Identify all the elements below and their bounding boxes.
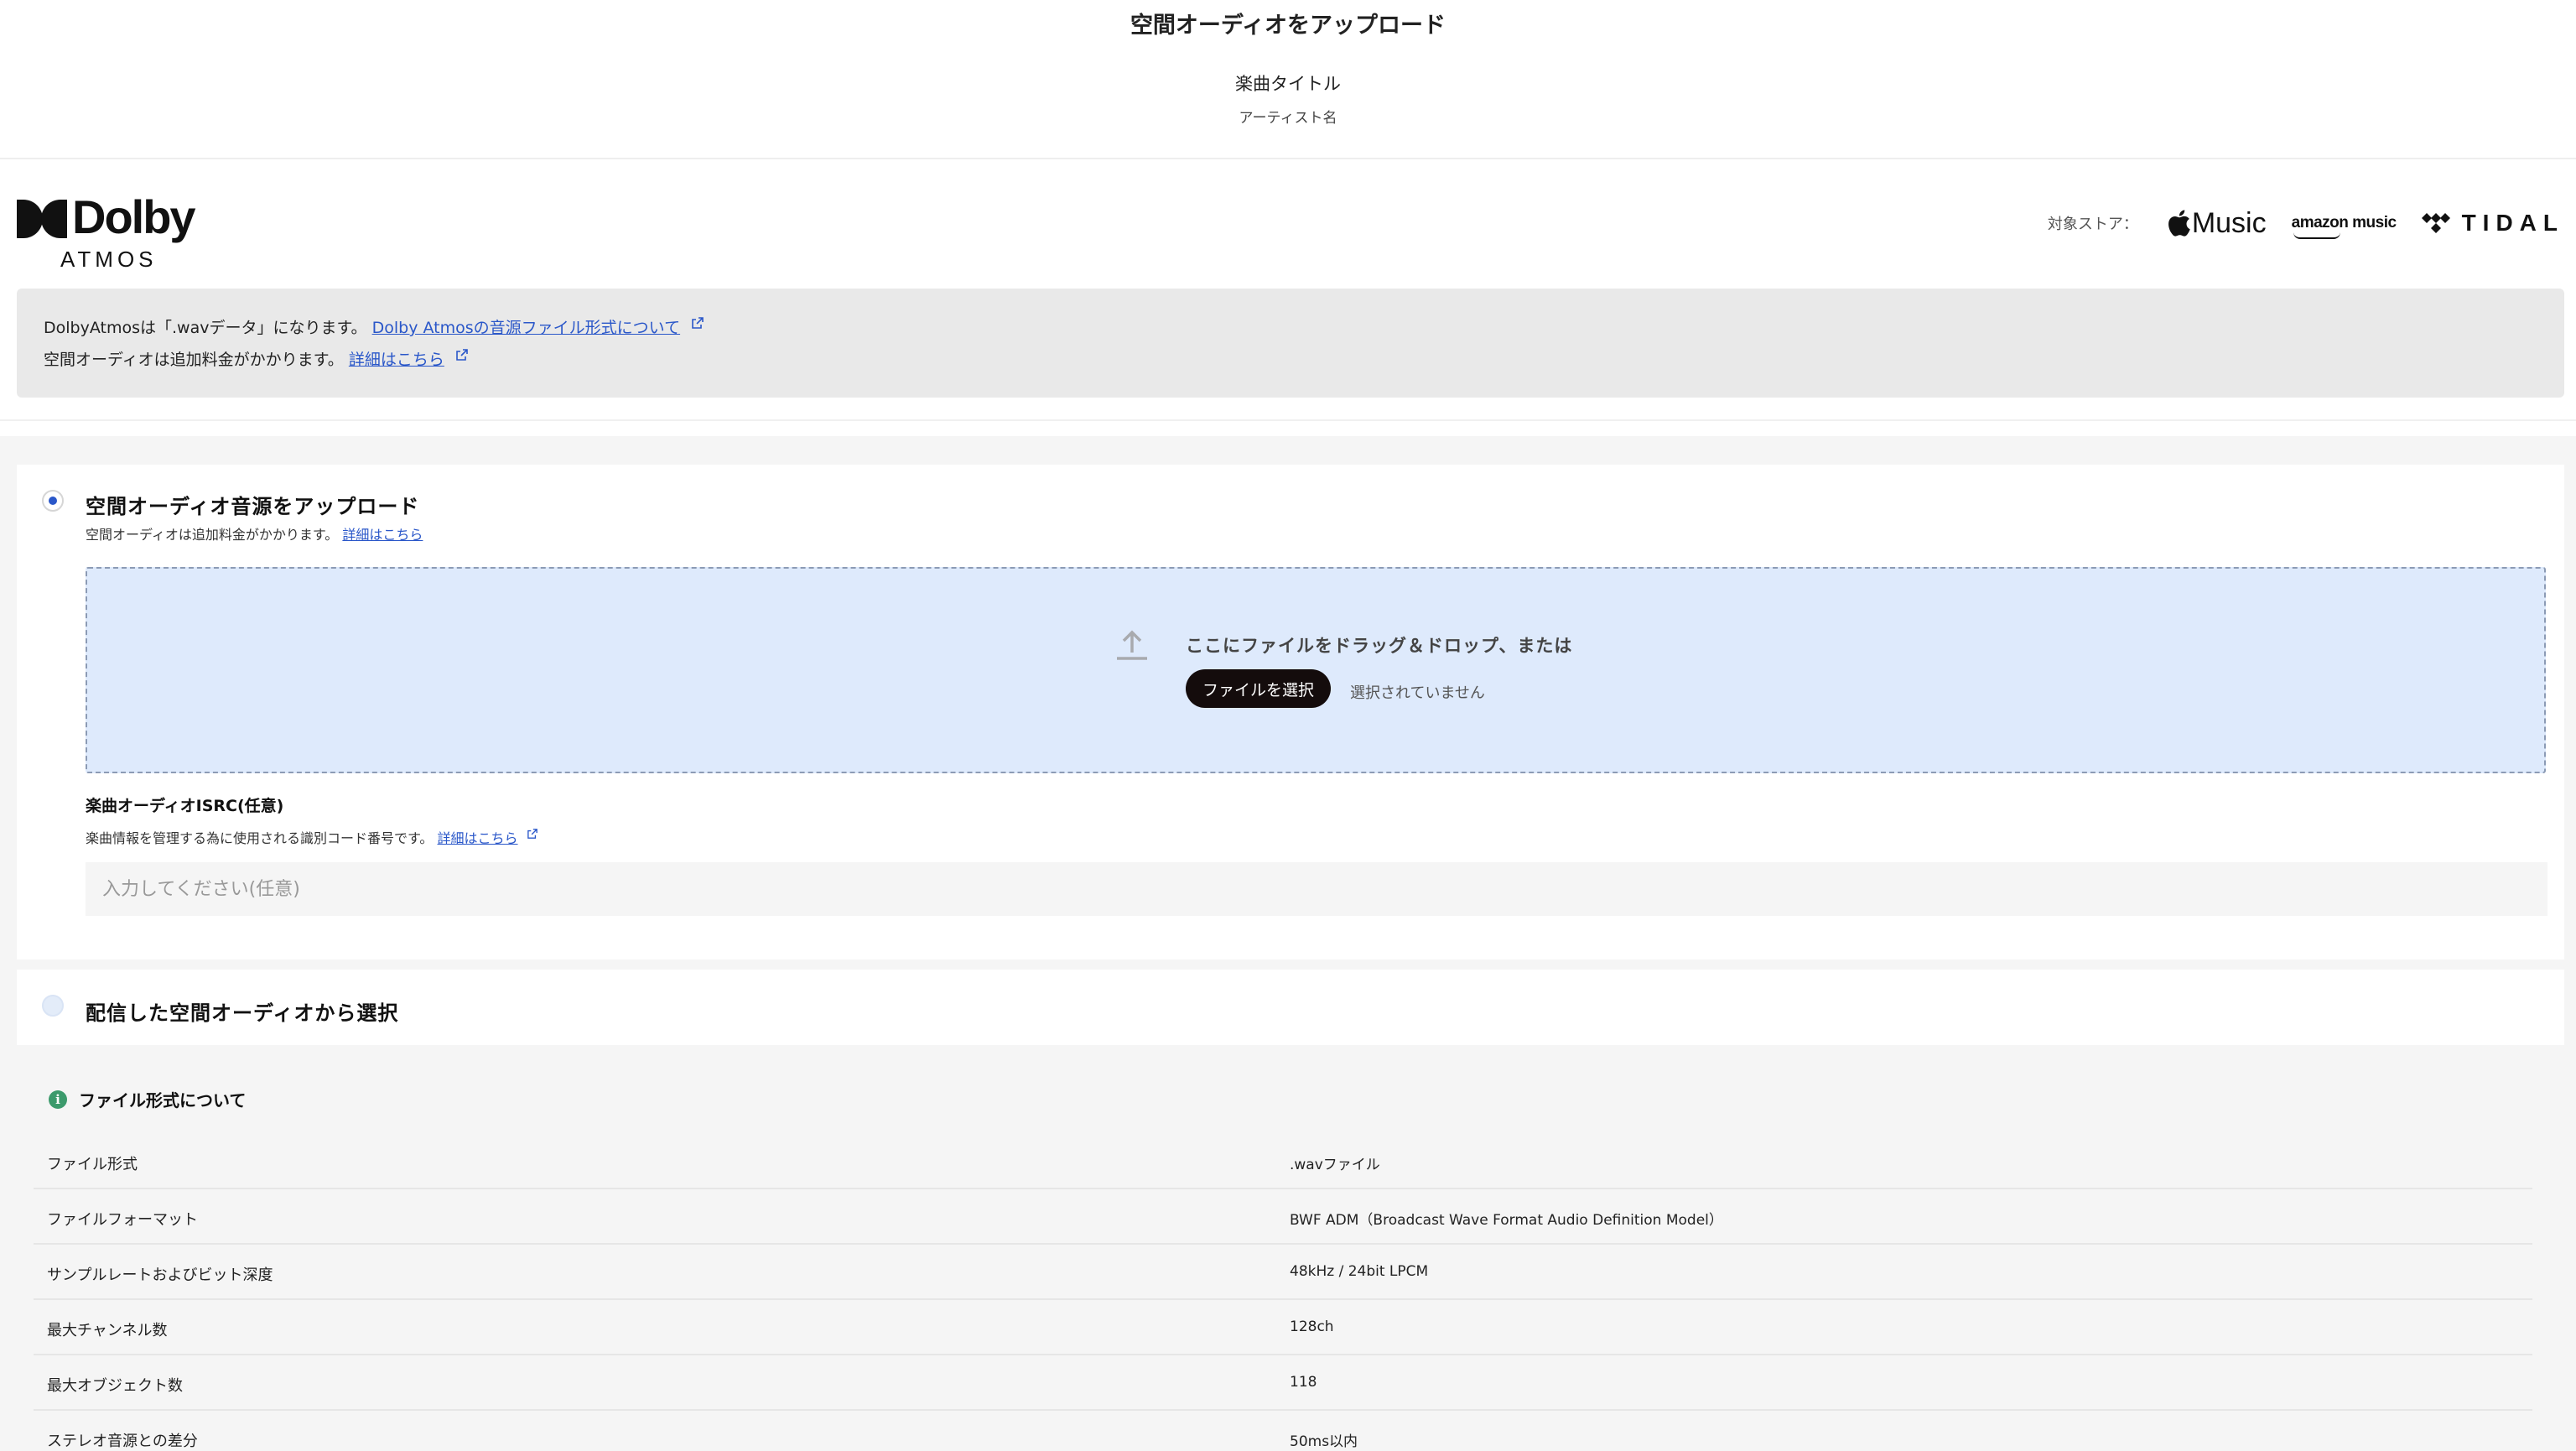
choose-file-button[interactable]: ファイルを選択 bbox=[1186, 669, 1332, 708]
upload-fee-text: 空間オーディオは追加料金がかかります。 bbox=[86, 527, 339, 543]
apple-icon bbox=[2168, 210, 2190, 237]
notice-fee-text: 空間オーディオは追加料金がかかります。 bbox=[44, 351, 344, 369]
notice-format-text: DolbyAtmosは「.wavデータ」になります。 bbox=[44, 319, 367, 337]
upload-option-radio[interactable] bbox=[42, 490, 64, 512]
table-row: サンプルレートおよびビット深度 48kHz / 24bit LPCM bbox=[34, 1245, 2532, 1300]
external-link-icon bbox=[456, 349, 468, 361]
existing-option-title: 配信した空間オーディオから選択 bbox=[86, 1001, 399, 1025]
table-row: ステレオ音源との差分 50ms以内 bbox=[34, 1411, 2532, 1451]
isrc-help: 楽曲情報を管理する為に使用される識別コード番号です。 詳細はこちら bbox=[86, 827, 538, 847]
atmos-logo-word: ATMOS bbox=[60, 247, 158, 272]
spec-value: .wavファイル bbox=[1290, 1157, 1380, 1173]
table-row: ファイルフォーマット BWF ADM（Broadcast Wave Format… bbox=[34, 1189, 2532, 1245]
spec-value: 118 bbox=[1290, 1374, 1317, 1391]
divider bbox=[0, 419, 2576, 421]
apple-music-logo: Music bbox=[2168, 207, 2267, 240]
fee-details-link[interactable]: 詳細はこちら bbox=[349, 351, 444, 369]
stores-label: 対象ストア： bbox=[2047, 216, 2138, 233]
isrc-help-text: 楽曲情報を管理する為に使用される識別コード番号です。 bbox=[86, 830, 434, 846]
existing-option-card: 配信した空間オーディオから選択 bbox=[17, 970, 2564, 1045]
file-format-title: ファイル形式について bbox=[79, 1090, 247, 1110]
upload-option-title: 空間オーディオ音源をアップロード bbox=[86, 495, 420, 518]
upload-option-card: 空間オーディオ音源をアップロード 空間オーディオは追加料金がかかります。 詳細は… bbox=[17, 465, 2564, 960]
tidal-word: TIDAL bbox=[2461, 210, 2564, 236]
info-icon: i bbox=[49, 1090, 67, 1109]
external-link-icon bbox=[527, 829, 538, 839]
isrc-input[interactable] bbox=[86, 862, 2547, 916]
dolby-dd-icon bbox=[17, 200, 67, 238]
spec-key: ファイルフォーマット bbox=[47, 1211, 198, 1229]
spec-key: 最大チャンネル数 bbox=[47, 1322, 168, 1339]
isrc-details-link[interactable]: 詳細はこちら bbox=[438, 830, 518, 846]
table-row: 最大チャンネル数 128ch bbox=[34, 1300, 2532, 1355]
upload-option-subtitle: 空間オーディオは追加料金がかかります。 詳細はこちら bbox=[86, 523, 423, 543]
dolby-logo-word: Dolby bbox=[72, 190, 196, 243]
song-title: 楽曲タイトル bbox=[1235, 74, 1341, 94]
page: 空間オーディオをアップロード 楽曲タイトル アーティスト名 Dolby ATMO… bbox=[0, 0, 2576, 1451]
spec-value: 128ch bbox=[1290, 1318, 1334, 1335]
tidal-logo: TIDAL bbox=[2421, 210, 2564, 237]
amazon-music-logo: amazon music bbox=[2291, 214, 2397, 239]
no-file-selected-text: 選択されていません bbox=[1350, 684, 1485, 702]
file-format-table: ファイル形式 .wavファイル ファイルフォーマット BWF ADM（Broad… bbox=[34, 1134, 2532, 1451]
spec-key: 最大オブジェクト数 bbox=[47, 1377, 183, 1395]
page-header: 空間オーディオをアップロード 楽曲タイトル アーティスト名 bbox=[0, 0, 2576, 159]
artist-name: アーティスト名 bbox=[1239, 110, 1337, 127]
brand-row: Dolby ATMOS 対象ストア： Music amazon music TI… bbox=[0, 159, 2576, 285]
spec-key: ファイル形式 bbox=[47, 1156, 138, 1173]
file-format-header: i ファイル形式について bbox=[49, 1087, 246, 1111]
file-dropzone[interactable]: ここにファイルをドラッグ＆ドロップ、または ファイルを選択 選択されていません bbox=[86, 567, 2546, 773]
upload-icon bbox=[1117, 630, 1147, 660]
target-stores: 対象ストア： Music amazon music TIDAL bbox=[2048, 206, 2564, 240]
external-link-icon bbox=[692, 317, 704, 329]
existing-option-radio[interactable] bbox=[42, 995, 64, 1017]
spec-key: ステレオ音源との差分 bbox=[47, 1433, 198, 1450]
tidal-diamonds-icon bbox=[2421, 213, 2450, 233]
notice-line-fee: 空間オーディオは追加料金がかかります。 詳細はこちら bbox=[44, 347, 468, 370]
spec-key: サンプルレートおよびビット深度 bbox=[47, 1266, 273, 1284]
page-title: 空間オーディオをアップロード bbox=[1130, 13, 1446, 39]
amazon-music-word: amazon music bbox=[2291, 214, 2397, 231]
table-row: 最大オブジェクト数 118 bbox=[34, 1355, 2532, 1411]
file-format-link[interactable]: Dolby Atmosの音源ファイル形式について bbox=[372, 319, 680, 337]
spec-value: 50ms以内 bbox=[1290, 1433, 1358, 1450]
dolby-atmos-logo: Dolby ATMOS bbox=[17, 190, 210, 273]
notice-line-format: DolbyAtmosは「.wavデータ」になります。 Dolby Atmosの音… bbox=[44, 315, 704, 338]
dropzone-text: ここにファイルをドラッグ＆ドロップ、または bbox=[1186, 636, 1573, 656]
isrc-label: 楽曲オーディオISRC(任意) bbox=[86, 797, 284, 815]
spec-value: 48kHz / 24bit LPCM bbox=[1290, 1263, 1429, 1280]
notice-box: DolbyAtmosは「.wavデータ」になります。 Dolby Atmosの音… bbox=[17, 289, 2564, 398]
apple-music-word: Music bbox=[2191, 206, 2267, 239]
upload-fee-details-link[interactable]: 詳細はこちら bbox=[342, 527, 423, 543]
table-row: ファイル形式 .wavファイル bbox=[34, 1134, 2532, 1189]
amazon-smile-icon bbox=[2293, 232, 2340, 239]
spec-value: BWF ADM（Broadcast Wave Format Audio Defi… bbox=[1290, 1212, 1723, 1229]
